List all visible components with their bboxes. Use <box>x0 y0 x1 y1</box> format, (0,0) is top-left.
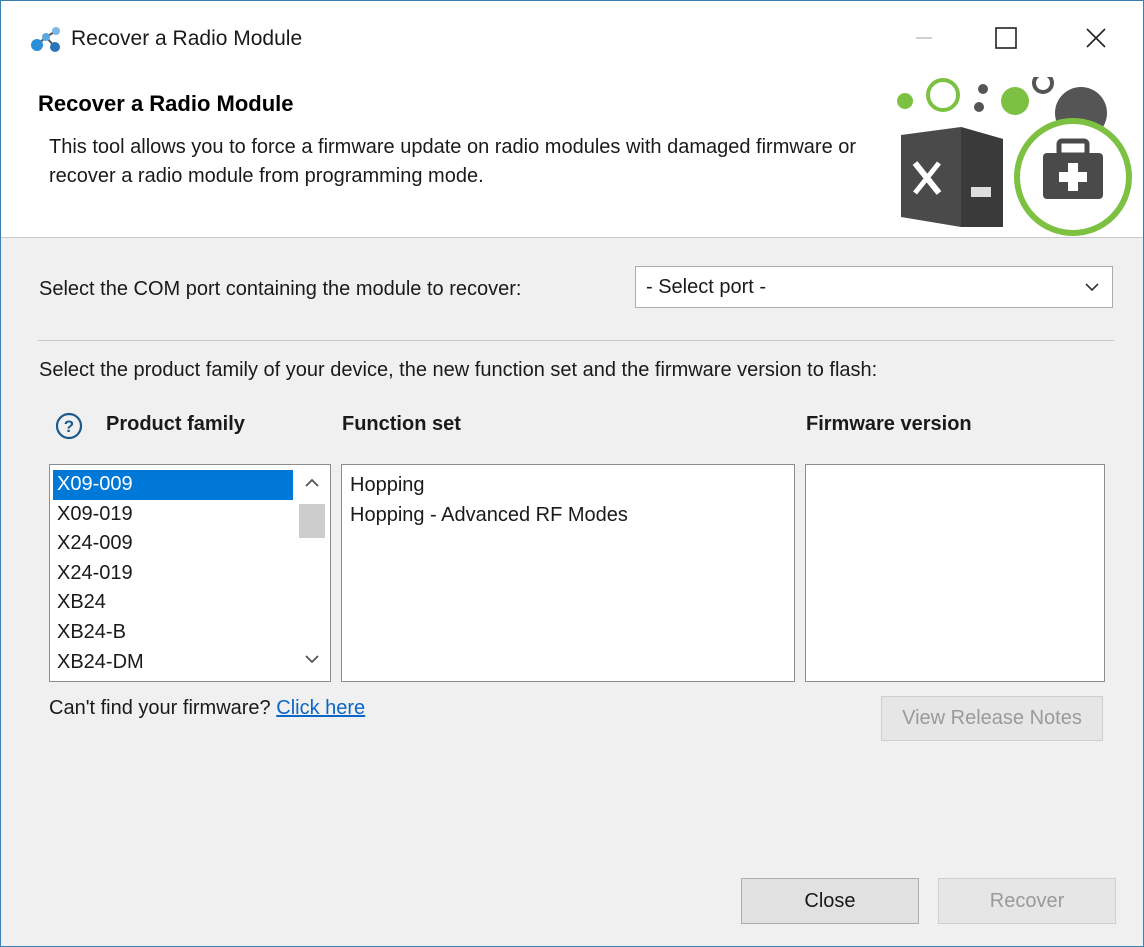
window-title: Recover a Radio Module <box>71 27 303 50</box>
minimize-button[interactable] <box>894 15 954 61</box>
close-icon <box>1086 28 1106 48</box>
product-family-item[interactable]: XB24-B <box>53 618 293 648</box>
separator <box>38 340 1114 341</box>
svg-text:?: ? <box>64 417 74 436</box>
title-bar: Recover a Radio Module <box>1 1 1143 77</box>
product-family-item[interactable]: X09-019 <box>53 500 293 530</box>
banner-description: This tool allows you to force a firmware… <box>49 136 857 187</box>
product-family-item[interactable]: X24-019 <box>53 559 293 589</box>
cant-find-text: Can't find your firmware? <box>49 697 271 719</box>
recover-button[interactable]: Recover <box>938 878 1116 924</box>
window-close-button[interactable] <box>1066 15 1126 61</box>
product-family-item[interactable]: XB24-DM <box>53 648 293 678</box>
chevron-down-icon <box>1085 283 1099 292</box>
product-family-items: X09-009 X09-019 X24-009 X24-019 XB24 XB24-B XB… <box>53 470 293 677</box>
banner-title: Recover a Radio Module <box>38 91 294 116</box>
network-nodes-icon <box>31 27 60 52</box>
function-set-item[interactable]: Hopping - Advanced RF Modes <box>350 500 628 530</box>
function-set-list[interactable]: Hopping Hopping - Advanced RF Modes <box>341 464 795 682</box>
minimize-icon <box>916 37 932 39</box>
scroll-up-icon[interactable] <box>302 476 322 490</box>
com-port-select[interactable]: - Select port - <box>635 266 1113 308</box>
cant-find-firmware: Can't find your firmware? Click here <box>49 697 365 720</box>
recover-radio-module-window: Recover a Radio Module Recover a Radio M… <box>0 0 1144 947</box>
com-port-label: Select the COM port containing the modul… <box>39 278 522 300</box>
maximize-button[interactable] <box>976 15 1036 61</box>
product-family-item[interactable]: XB24 <box>53 588 293 618</box>
firmware-version-list[interactable] <box>805 464 1105 682</box>
click-here-link[interactable]: Click here <box>276 697 365 719</box>
scrollbar-thumb[interactable] <box>299 504 325 538</box>
selection-description: Select the product family of your device… <box>39 359 878 381</box>
com-port-selected-value: - Select port - <box>646 276 767 298</box>
firmware-version-header: Firmware version <box>806 413 972 435</box>
question-circle-icon[interactable]: ? <box>55 412 83 440</box>
header-banner: Recover a Radio Module This tool allows … <box>1 77 1143 238</box>
product-family-item[interactable]: X09-009 <box>53 470 293 500</box>
scroll-down-icon[interactable] <box>302 652 322 666</box>
product-family-scrollbar[interactable] <box>294 466 330 680</box>
close-button[interactable]: Close <box>741 878 919 924</box>
function-set-items: Hopping Hopping - Advanced RF Modes <box>350 470 628 530</box>
function-set-item[interactable]: Hopping <box>350 470 628 500</box>
maximize-icon <box>995 27 1017 49</box>
toolbox-first-aid-icon <box>897 77 1132 236</box>
function-set-header: Function set <box>342 413 461 435</box>
view-release-notes-button[interactable]: View Release Notes <box>881 696 1103 741</box>
product-family-list[interactable]: X09-009 X09-019 X24-009 X24-019 XB24 XB24-B XB… <box>49 464 331 682</box>
product-family-header: Product family <box>106 413 245 435</box>
product-family-item[interactable]: X24-009 <box>53 529 293 559</box>
